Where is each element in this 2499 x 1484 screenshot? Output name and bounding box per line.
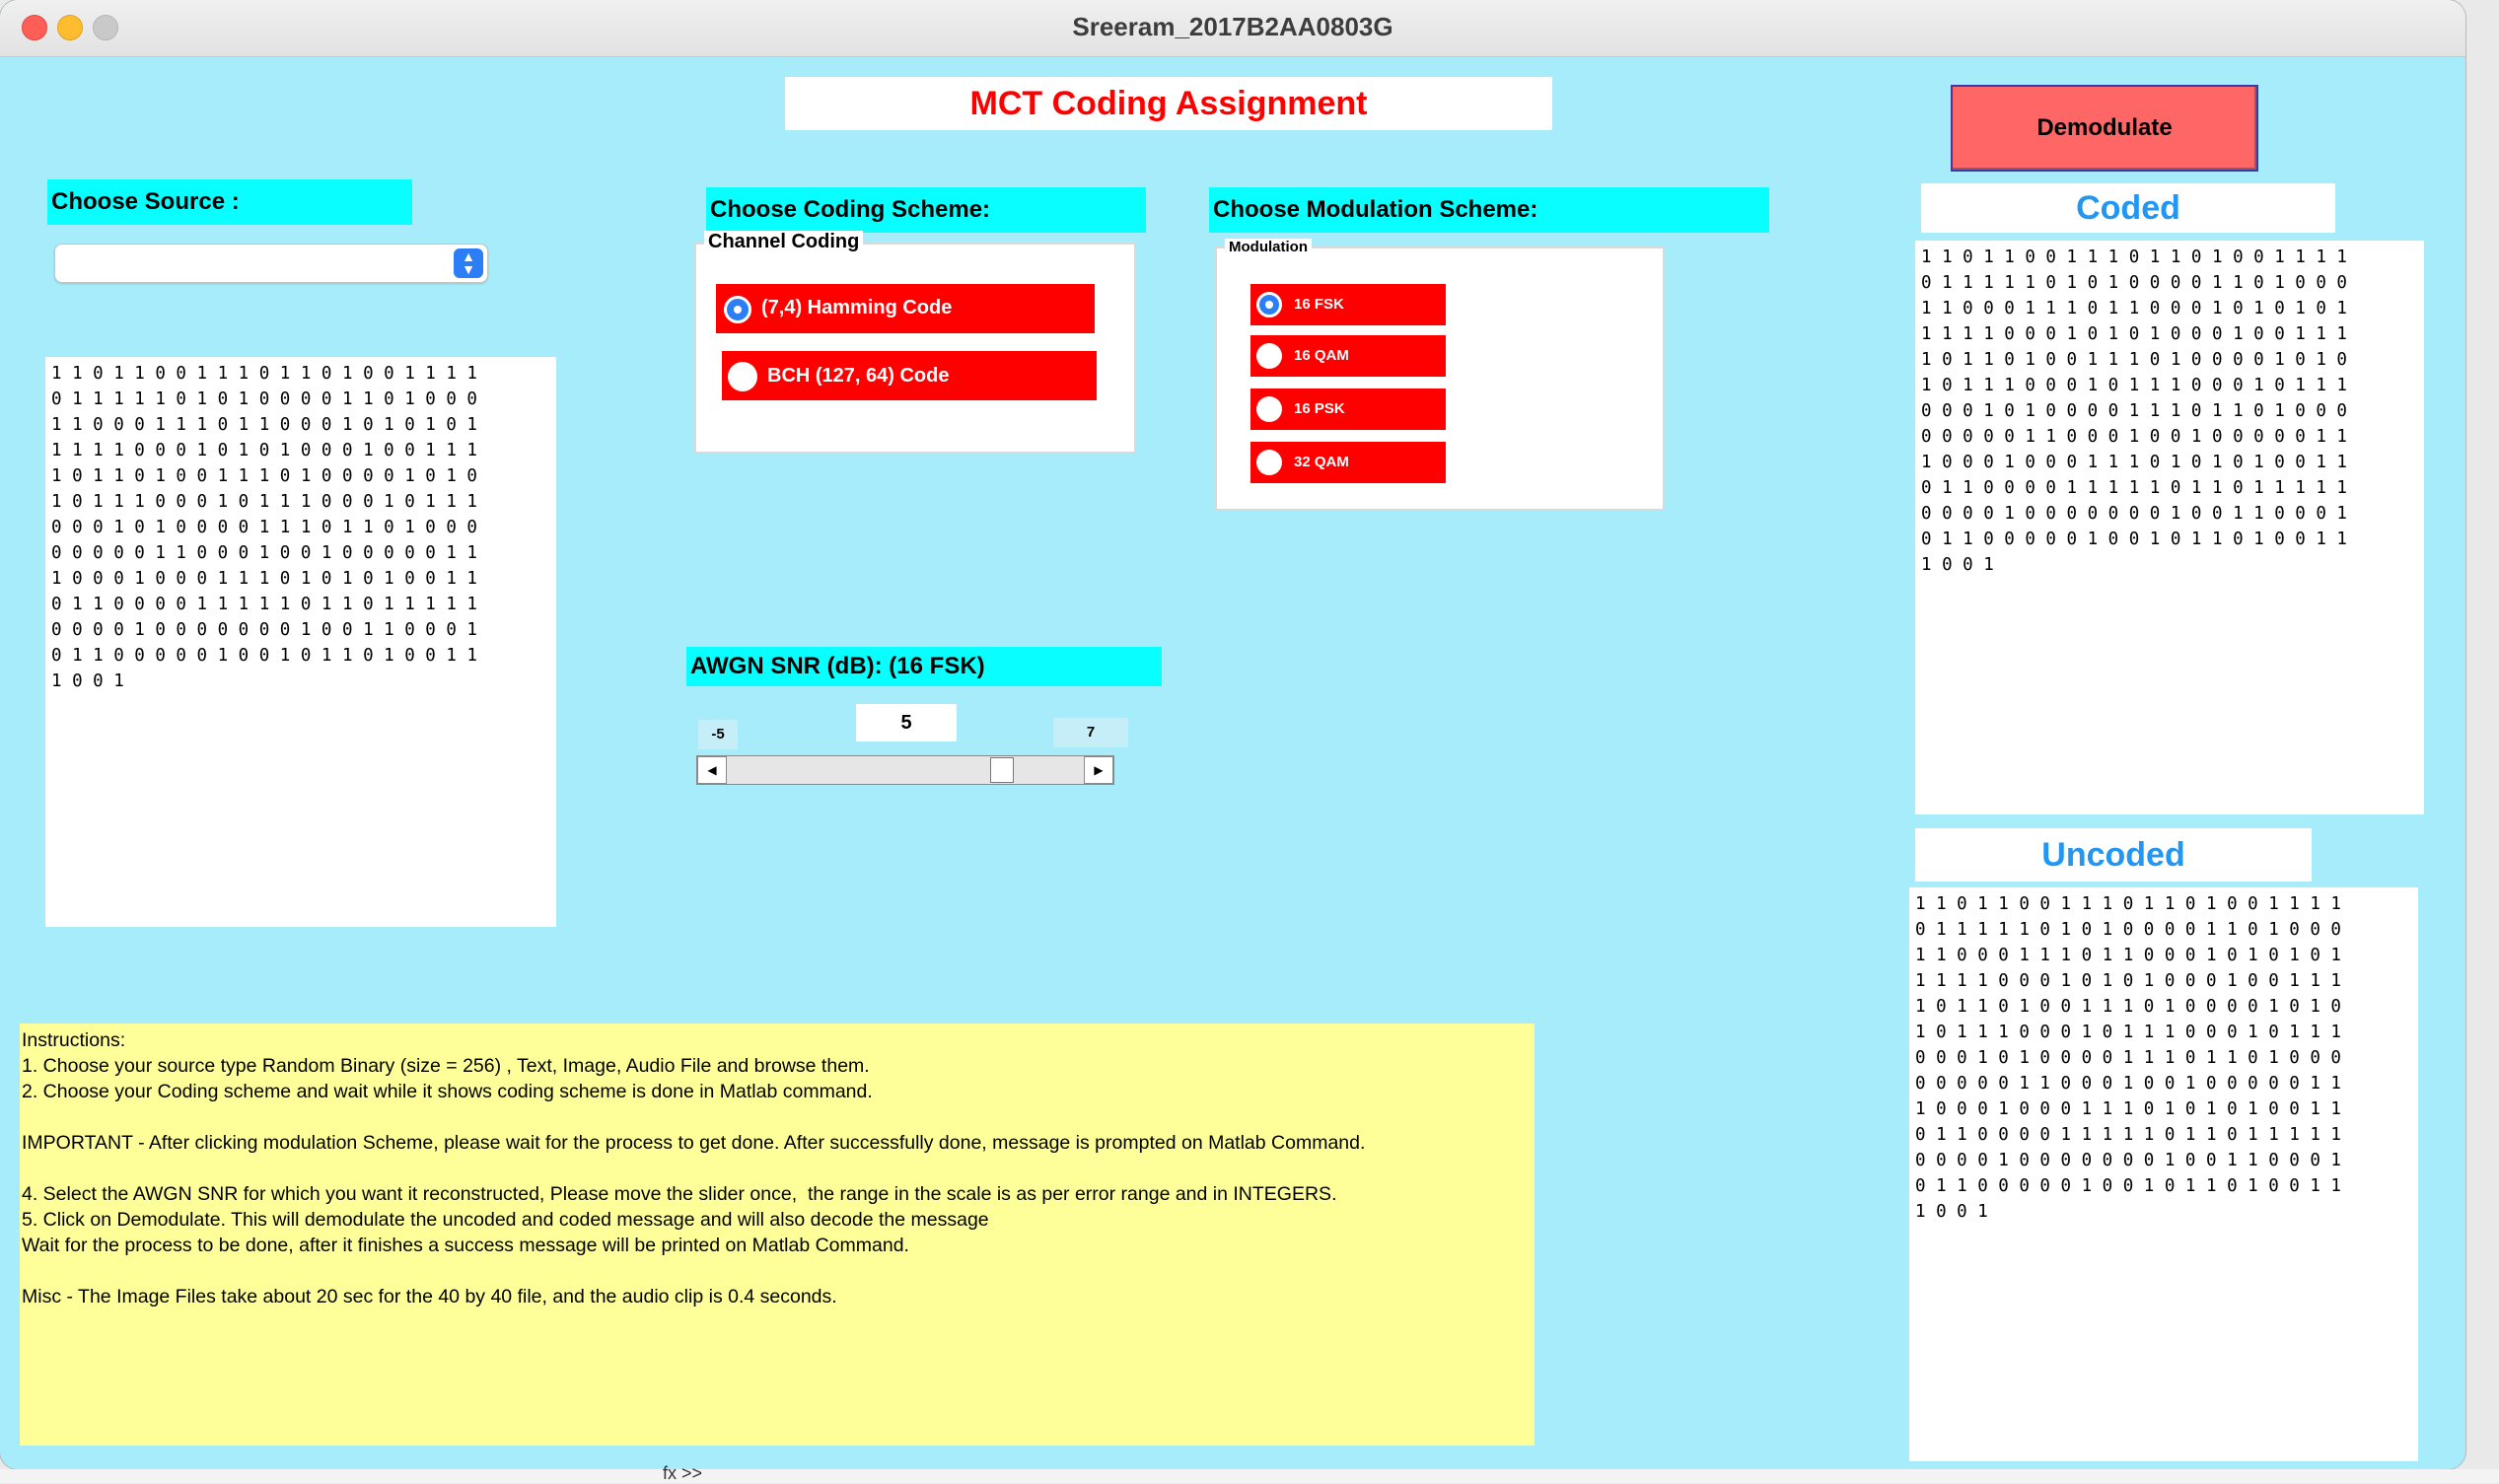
slider-right-arrow-icon[interactable]: ▶ — [1084, 756, 1113, 784]
bit-row: 0 1 1 0 0 0 0 0 1 0 0 1 0 1 1 0 1 0 0 1 … — [1915, 1176, 2341, 1196]
bit-row: 1 0 1 1 1 0 0 0 1 0 1 1 1 0 0 0 1 0 1 1 … — [1915, 1023, 2341, 1042]
bit-row: 0 0 0 1 0 1 0 0 0 0 1 1 1 0 1 1 0 1 0 0 … — [1921, 401, 2347, 421]
bit-row: 0 1 1 0 0 0 0 1 1 1 1 1 0 1 1 0 1 1 1 1 … — [1921, 478, 2347, 498]
bit-row: 1 0 0 1 — [51, 671, 124, 691]
radio-hamming-code[interactable]: (7,4) Hamming Code — [716, 284, 1095, 333]
snr-slider[interactable]: ◀ ▶ — [696, 755, 1114, 785]
instruction-line: IMPORTANT - After clicking modulation Sc… — [22, 1132, 1366, 1154]
bit-row: 0 1 1 0 0 0 0 0 1 0 0 1 0 1 1 0 1 0 0 1 … — [1921, 530, 2347, 549]
demodulate-button[interactable]: Demodulate — [1951, 85, 2258, 172]
bit-row: 1 1 0 0 0 1 1 1 0 1 1 0 0 0 1 0 1 0 1 0 … — [1915, 946, 2341, 965]
instruction-line — [22, 1258, 1533, 1284]
radio-button-icon[interactable] — [1256, 292, 1282, 318]
bit-row: 0 0 0 0 1 0 0 0 0 0 0 0 1 0 0 1 1 0 0 0 … — [51, 620, 477, 640]
bit-row: 1 1 1 1 0 0 0 1 0 1 0 1 0 0 0 1 0 0 1 1 … — [1921, 324, 2347, 344]
instruction-line: 2. Choose your Coding scheme and wait wh… — [22, 1081, 873, 1102]
instruction-line: Instructions: — [22, 1029, 126, 1051]
radio-button-icon[interactable] — [724, 296, 751, 323]
channel-coding-title: Channel Coding — [704, 231, 864, 253]
radio-16-qam[interactable]: 16 QAM — [1250, 335, 1446, 377]
bit-row: 1 1 0 0 0 1 1 1 0 1 1 0 0 0 1 0 1 0 1 0 … — [1921, 299, 2347, 318]
channel-coding-group: Channel Coding (7,4) Hamming Code BCH (1… — [694, 231, 1136, 454]
radio-bch-label: BCH (127, 64) Code — [767, 365, 950, 387]
bit-row: 1 1 1 1 0 0 0 1 0 1 0 1 0 0 0 1 0 0 1 1 … — [1915, 971, 2341, 991]
radio-32-qam[interactable]: 32 QAM — [1250, 442, 1446, 483]
instructions-panel: Instructions: 1. Choose your source type … — [20, 1024, 1535, 1446]
bit-row: 1 1 0 1 1 0 0 1 1 1 0 1 1 0 1 0 0 1 1 1 … — [1915, 894, 2341, 914]
bit-row: 0 1 1 0 0 0 0 0 1 0 0 1 0 1 1 0 1 0 0 1 … — [51, 646, 477, 666]
bit-row: 1 0 1 1 0 1 0 0 1 1 1 0 1 0 0 0 0 1 0 1 … — [1921, 350, 2347, 370]
coded-bits-panel: 1 1 0 1 1 0 0 1 1 1 0 1 1 0 1 0 0 1 1 1 … — [1915, 241, 2424, 814]
slider-left-arrow-icon[interactable]: ◀ — [697, 756, 727, 784]
bit-row: 0 1 1 0 0 0 0 1 1 1 1 1 0 1 1 0 1 1 1 1 … — [1915, 1125, 2341, 1145]
app-window: Sreeram_2017B2AA0803G MCT Coding Assignm… — [0, 0, 2465, 1469]
bit-row: 1 0 1 1 0 1 0 0 1 1 1 0 1 0 0 0 0 1 0 1 … — [51, 466, 477, 486]
background-command-window: fx >> — [0, 1463, 2499, 1483]
radio-16-fsk-label: 16 FSK — [1294, 296, 1344, 313]
bit-row: 1 1 0 1 1 0 0 1 1 1 0 1 1 0 1 0 0 1 1 1 … — [1921, 247, 2347, 267]
bit-row: 1 0 1 1 1 0 0 0 1 0 1 1 1 0 0 0 1 0 1 1 … — [51, 492, 477, 512]
bit-row: 0 0 0 0 0 1 1 0 0 0 1 0 0 1 0 0 0 0 0 1 … — [1921, 427, 2347, 447]
bit-row: 0 0 0 0 0 1 1 0 0 0 1 0 0 1 0 0 0 0 0 1 … — [1915, 1074, 2341, 1094]
instruction-line: 5. Click on Demodulate. This will demodu… — [22, 1209, 989, 1231]
instruction-line: 4. Select the AWGN SNR for which you wan… — [22, 1183, 1337, 1205]
choose-coding-label: Choose Coding Scheme: — [706, 187, 1146, 233]
uncoded-heading: Uncoded — [1915, 828, 2312, 882]
instruction-line: Misc - The Image Files take about 20 sec… — [22, 1286, 837, 1307]
instruction-line: Wait for the process to be done, after i… — [22, 1235, 909, 1256]
instruction-line — [22, 1156, 1533, 1181]
radio-16-psk-label: 16 PSK — [1294, 400, 1345, 417]
bit-row: 0 1 1 0 0 0 0 1 1 1 1 1 0 1 1 0 1 1 1 1 … — [51, 595, 477, 614]
title-bar: Sreeram_2017B2AA0803G — [0, 0, 2465, 57]
modulation-group-title: Modulation — [1225, 239, 1312, 255]
radio-button-icon[interactable] — [1256, 450, 1282, 475]
choose-modulation-label: Choose Modulation Scheme: — [1209, 187, 1769, 233]
radio-32-qam-label: 32 QAM — [1294, 454, 1349, 470]
bit-row: 1 0 0 0 1 0 0 0 1 1 1 0 1 0 1 0 1 0 0 1 … — [51, 569, 477, 589]
bit-row: 1 0 0 1 — [1921, 555, 1994, 575]
page-title: MCT Coding Assignment — [785, 77, 1552, 130]
bit-row: 1 1 1 1 0 0 0 1 0 1 0 1 0 0 0 1 0 0 1 1 … — [51, 441, 477, 460]
radio-button-icon[interactable] — [1256, 343, 1282, 369]
source-dropdown[interactable]: ▲ ▼ — [54, 244, 488, 283]
bit-row: 1 0 0 0 1 0 0 0 1 1 1 0 1 0 1 0 1 0 0 1 … — [1921, 453, 2347, 472]
coded-heading: Coded — [1921, 183, 2335, 233]
window-title: Sreeram_2017B2AA0803G — [1072, 12, 1393, 41]
bit-row: 0 0 0 0 1 0 0 0 0 0 0 0 1 0 0 1 1 0 0 0 … — [1921, 504, 2347, 524]
radio-button-icon[interactable] — [1256, 396, 1282, 422]
bit-row: 0 0 0 1 0 1 0 0 0 0 1 1 1 0 1 1 0 1 0 0 … — [1915, 1048, 2341, 1068]
modulation-group: Modulation 16 FSK 16 QAM 16 PSK 32 QAM — [1215, 239, 1665, 511]
command-prompt: fx >> — [663, 1463, 703, 1483]
bit-row: 0 0 0 0 0 1 1 0 0 0 1 0 0 1 0 0 0 0 0 1 … — [51, 543, 477, 563]
bit-row: 1 0 0 1 — [1915, 1202, 1988, 1222]
radio-button-icon[interactable] — [728, 362, 757, 391]
snr-min-label: -5 — [698, 720, 738, 749]
bit-row: 0 1 1 1 1 1 0 1 0 1 0 0 0 0 1 1 0 1 0 0 … — [51, 389, 477, 409]
instruction-line: 1. Choose your source type Random Binary… — [22, 1055, 870, 1077]
bit-row: 1 1 0 1 1 0 0 1 1 1 0 1 1 0 1 0 0 1 1 1 … — [51, 364, 477, 384]
bit-row: 0 0 0 0 1 0 0 0 0 0 0 0 1 0 0 1 1 0 0 0 … — [1915, 1151, 2341, 1170]
radio-hamming-label: (7,4) Hamming Code — [761, 297, 953, 318]
chevron-updown-icon[interactable]: ▲ ▼ — [454, 248, 483, 278]
bit-row: 0 0 0 1 0 1 0 0 0 0 1 1 1 0 1 1 0 1 0 0 … — [51, 518, 477, 537]
slider-thumb[interactable] — [990, 757, 1015, 783]
instruction-line — [22, 1104, 1533, 1130]
radio-bch-code[interactable]: BCH (127, 64) Code — [722, 351, 1097, 400]
snr-max-label: 7 — [1053, 718, 1128, 747]
choose-source-label: Choose Source : — [47, 179, 412, 225]
snr-label: AWGN SNR (dB): (16 FSK) — [686, 647, 1162, 686]
bit-row: 1 0 1 1 0 1 0 0 1 1 1 0 1 0 0 0 0 1 0 1 … — [1915, 997, 2341, 1017]
uncoded-bits-panel: 1 1 0 1 1 0 0 1 1 1 0 1 1 0 1 0 0 1 1 1 … — [1909, 887, 2418, 1461]
bit-row: 1 0 0 0 1 0 0 0 1 1 1 0 1 0 1 0 1 0 0 1 … — [1915, 1099, 2341, 1119]
bit-row: 0 1 1 1 1 1 0 1 0 1 0 0 0 0 1 1 0 1 0 0 … — [1921, 273, 2347, 293]
bit-row: 1 1 0 0 0 1 1 1 0 1 1 0 0 0 1 0 1 0 1 0 … — [51, 415, 477, 435]
bit-row: 0 1 1 1 1 1 0 1 0 1 0 0 0 0 1 1 0 1 0 0 … — [1915, 920, 2341, 940]
snr-value-display: 5 — [856, 704, 957, 742]
source-bits-panel: 1 1 0 1 1 0 0 1 1 1 0 1 1 0 1 0 0 1 1 1 … — [45, 357, 556, 927]
radio-16-qam-label: 16 QAM — [1294, 347, 1349, 364]
radio-16-fsk[interactable]: 16 FSK — [1250, 284, 1446, 325]
bit-row: 1 0 1 1 1 0 0 0 1 0 1 1 1 0 0 0 1 0 1 1 … — [1921, 376, 2347, 395]
radio-16-psk[interactable]: 16 PSK — [1250, 389, 1446, 430]
